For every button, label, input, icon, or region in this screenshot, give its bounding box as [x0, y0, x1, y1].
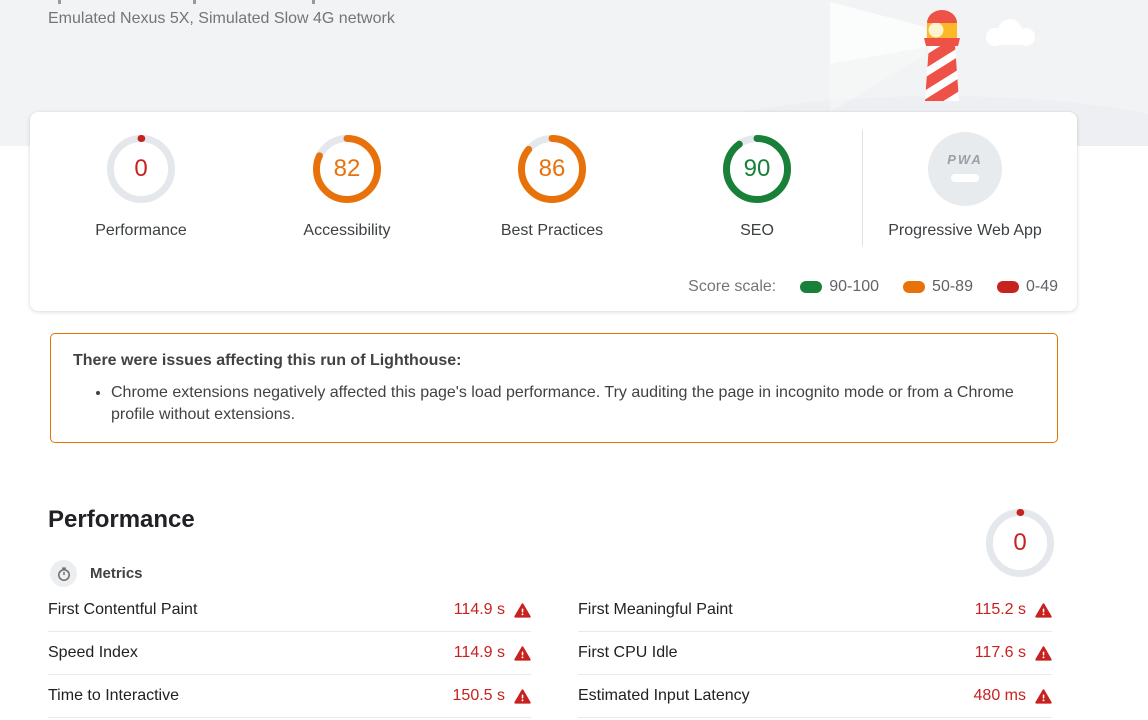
run-warnings-title: There were issues affecting this run of …	[73, 352, 462, 370]
cloud-icon	[986, 19, 1035, 46]
accessibility-score-gauge: 82	[310, 132, 384, 206]
best-practices-score-gauge: 86	[515, 132, 589, 206]
fail-pill-icon	[997, 281, 1019, 293]
average-pill-icon	[903, 281, 925, 293]
average-range-label: 50-89	[932, 278, 973, 296]
metric-value: 117.6 s	[975, 644, 1026, 662]
pwa-score-label: Progressive Web App	[865, 222, 1065, 240]
performance-score-value: 0	[104, 132, 178, 206]
warning-triangle-icon	[1035, 603, 1052, 618]
category-divider	[862, 130, 863, 246]
metric-label: First CPU Idle	[578, 644, 678, 662]
metric-row-estimated-input-latency: Estimated Input Latency 480 ms	[578, 675, 1052, 718]
score-scale-legend: Score scale: 90-100 50-89 0-49	[688, 278, 1058, 296]
device-network-info: Emulated Nexus 5X, Simulated Slow 4G net…	[48, 10, 395, 28]
scale-range-fail: 0-49	[997, 278, 1058, 296]
accessibility-score-label: Accessibility	[247, 222, 447, 240]
metric-value: 114.9 s	[454, 601, 505, 619]
clipped-text-remnant	[193, 0, 196, 4]
run-warnings-list: Chrome extensions negatively affected th…	[93, 382, 1037, 426]
warning-triangle-icon	[1035, 689, 1052, 704]
metric-value: 115.2 s	[975, 601, 1026, 619]
metrics-column-right: First Meaningful Paint 115.2 s First CPU…	[578, 589, 1052, 718]
performance-score-label: Performance	[41, 222, 241, 240]
score-scale-caption: Score scale:	[688, 278, 776, 296]
warning-triangle-icon	[514, 646, 531, 661]
pass-pill-icon	[800, 281, 822, 293]
run-warning-item: Chrome extensions negatively affected th…	[111, 382, 1037, 426]
pass-range-label: 90-100	[829, 278, 879, 296]
pwa-badge-dash	[951, 174, 979, 182]
metric-row-first-cpu-idle: First CPU Idle 117.6 s	[578, 632, 1052, 675]
seo-score-value: 90	[720, 132, 794, 206]
category-seo[interactable]: 90 SEO	[657, 132, 857, 240]
metric-label: Time to Interactive	[48, 687, 179, 705]
metric-row-speed-index: Speed Index 114.9 s	[48, 632, 531, 675]
metrics-column-left: First Contentful Paint 114.9 s Speed Ind…	[48, 589, 531, 718]
run-warnings-box: There were issues affecting this run of …	[50, 333, 1058, 443]
category-accessibility[interactable]: 82 Accessibility	[247, 132, 447, 240]
performance-section-title: Performance	[48, 506, 195, 534]
clipped-text-remnant	[58, 0, 61, 4]
scale-range-pass: 90-100	[800, 278, 879, 296]
seo-score-label: SEO	[657, 222, 857, 240]
warning-triangle-icon	[1035, 646, 1052, 661]
pwa-badge: PWA	[928, 132, 1002, 206]
warning-triangle-icon	[514, 603, 531, 618]
category-best-practices[interactable]: 86 Best Practices	[452, 132, 652, 240]
metrics-subsection-header: Metrics	[50, 560, 143, 587]
metric-row-first-contentful-paint: First Contentful Paint 114.9 s	[48, 589, 531, 632]
best-practices-score-label: Best Practices	[452, 222, 652, 240]
fail-range-label: 0-49	[1026, 278, 1058, 296]
seo-score-gauge: 90	[720, 132, 794, 206]
performance-score-gauge: 0	[104, 132, 178, 206]
accessibility-score-value: 82	[310, 132, 384, 206]
performance-section-gauge: 0	[983, 506, 1057, 580]
metric-value: 480 ms	[974, 687, 1026, 705]
category-performance[interactable]: 0 Performance	[41, 132, 241, 240]
best-practices-score-value: 86	[515, 132, 589, 206]
metric-label: Estimated Input Latency	[578, 687, 750, 705]
metric-row-time-to-interactive: Time to Interactive 150.5 s	[48, 675, 531, 718]
score-summary-card: 0 Performance 82 Accessibility 86 Best P…	[30, 112, 1077, 311]
pwa-badge-text: PWA	[928, 152, 1002, 167]
performance-section-score-value: 0	[983, 506, 1057, 580]
metric-row-first-meaningful-paint: First Meaningful Paint 115.2 s	[578, 589, 1052, 632]
clipped-text-remnant	[312, 0, 315, 4]
metric-value: 114.9 s	[454, 644, 505, 662]
metric-label: First Meaningful Paint	[578, 601, 733, 619]
metrics-subsection-label: Metrics	[90, 565, 143, 582]
warning-triangle-icon	[514, 689, 531, 704]
metric-value: 150.5 s	[453, 687, 505, 705]
stopwatch-icon	[50, 560, 77, 587]
metric-label: First Contentful Paint	[48, 601, 197, 619]
metric-label: Speed Index	[48, 644, 138, 662]
scale-range-average: 50-89	[903, 278, 973, 296]
category-pwa[interactable]: PWA Progressive Web App	[865, 132, 1065, 240]
